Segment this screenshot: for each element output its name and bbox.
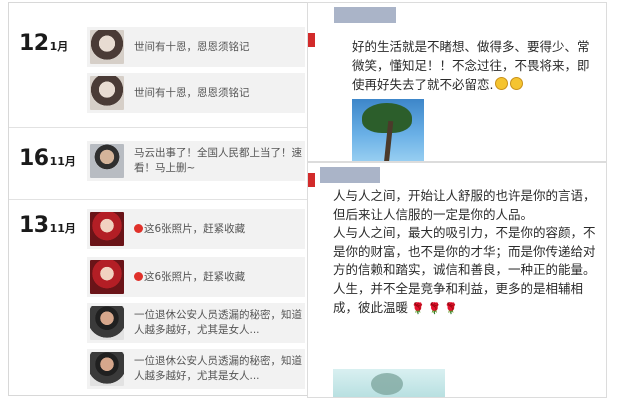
post-paragraph: 人与人之间，最大的吸引力，不是你的容颜，不是你的财富，也不是你的才华；而是你传递…	[333, 225, 596, 278]
list-item[interactable]: 一位退休公安人员透漏的秘密，知道人越多越好，尤其是女人...	[87, 349, 305, 389]
girl-portrait-thumbnail	[90, 76, 124, 110]
post-paragraph: 人生，并不全是竞争和利益，更多的是相辅相成，彼此温暖 🌹 🌹 🌹	[333, 280, 601, 318]
blurred-username	[320, 167, 380, 183]
list-item-title: 一位退休公安人员透漏的秘密，知道人越多越好，尤其是女人...	[134, 355, 302, 382]
divider	[9, 127, 307, 128]
list-item[interactable]: 一位退休公安人员透漏的秘密，知道人越多越好，尤其是女人...	[87, 303, 305, 343]
list-item-title: 世间有十恩，恩恩须铭记	[134, 41, 250, 53]
red-dot-icon	[134, 224, 143, 233]
blurred-username	[334, 7, 396, 23]
tree-shape	[371, 373, 403, 395]
date-label: 121月	[19, 31, 68, 56]
sun-emoji-icon	[495, 77, 509, 90]
date-month: 11月	[49, 155, 76, 168]
list-item[interactable]: 世间有十恩，恩恩须铭记	[87, 73, 305, 113]
police-officer-thumbnail	[90, 306, 124, 340]
list-item-title: 这6张照片，赶紧收藏	[134, 270, 245, 284]
beach-tree-photo[interactable]	[333, 369, 445, 397]
girl-portrait-thumbnail	[90, 30, 124, 64]
list-item[interactable]: 世间有十恩，恩恩须铭记	[87, 27, 305, 67]
list-item[interactable]: 马云出事了！全国人民都上当了！速看！马上删~	[87, 141, 305, 181]
post-text: 好的生活就是不睹想、做得多、要得少、常微笑，懂知足！！不念过往，不畏将来，即使再…	[352, 37, 598, 94]
list-item-title: 一位退休公安人员透漏的秘密，知道人越多越好，尤其是女人...	[134, 309, 302, 336]
post-card-top[interactable]: 好的生活就是不睹想、做得多、要得少、常微笑，懂知足！！不念过往，不畏将来，即使再…	[307, 2, 607, 162]
list-item-title: 世间有十恩，恩恩须铭记	[134, 87, 250, 99]
date-day: 16	[19, 146, 49, 171]
list-item-title-text: 这6张照片，赶紧收藏	[144, 223, 246, 235]
list-item[interactable]: 这6张照片，赶紧收藏	[87, 257, 305, 297]
rose-icon: 🌹	[444, 301, 459, 315]
rose-icon: 🌹	[427, 301, 442, 315]
palm-tree-photo[interactable]	[352, 99, 424, 161]
list-item-title: 这6张照片，赶紧收藏	[134, 222, 245, 236]
red-marker-icon	[308, 33, 315, 47]
red-marker-icon	[308, 173, 315, 187]
list-item-title: 马云出事了！全国人民都上当了！速看！马上删~	[134, 147, 302, 174]
date-month: 1月	[49, 40, 69, 53]
divider	[9, 199, 307, 200]
post-paragraph-text: 人生，并不全是竞争和利益，更多的是相辅相成，彼此温暖	[333, 280, 584, 315]
man-portrait-thumbnail	[90, 144, 124, 178]
post-text: 人与人之间，开始让人舒服的也许是你的言语，但后来让人信服的一定是你的人品。 人与…	[333, 187, 601, 318]
police-officer-thumbnail	[90, 352, 124, 386]
date-label: 1311月	[19, 213, 76, 238]
sun-emoji-icon	[510, 77, 524, 90]
post-card-bottom[interactable]: 人与人之间，开始让人舒服的也许是你的言语，但后来让人信服的一定是你的人品。 人与…	[307, 162, 607, 398]
post-text-body: 好的生活就是不睹想、做得多、要得少、常微笑，懂知足！！不念过往，不畏将来，即使再…	[352, 39, 590, 92]
rose-icon: 🌹	[411, 301, 425, 315]
list-item-title-text: 这6张照片，赶紧收藏	[144, 271, 246, 283]
date-month: 11月	[49, 222, 76, 235]
timeline-panel: 121月 1611月 1311月 世间有十恩，恩恩须铭记 世间有十恩，恩恩须铭记…	[8, 2, 308, 396]
list-item[interactable]: 这6张照片，赶紧收藏	[87, 209, 305, 249]
date-day: 13	[19, 213, 49, 238]
date-label: 1611月	[19, 146, 76, 171]
red-costume-thumbnail	[90, 212, 124, 246]
date-day: 12	[19, 31, 49, 56]
red-dot-icon	[134, 272, 143, 281]
post-paragraph: 人与人之间，开始让人舒服的也许是你的言语，但后来让人信服的一定是你的人品。	[333, 188, 596, 222]
red-costume-thumbnail	[90, 260, 124, 294]
